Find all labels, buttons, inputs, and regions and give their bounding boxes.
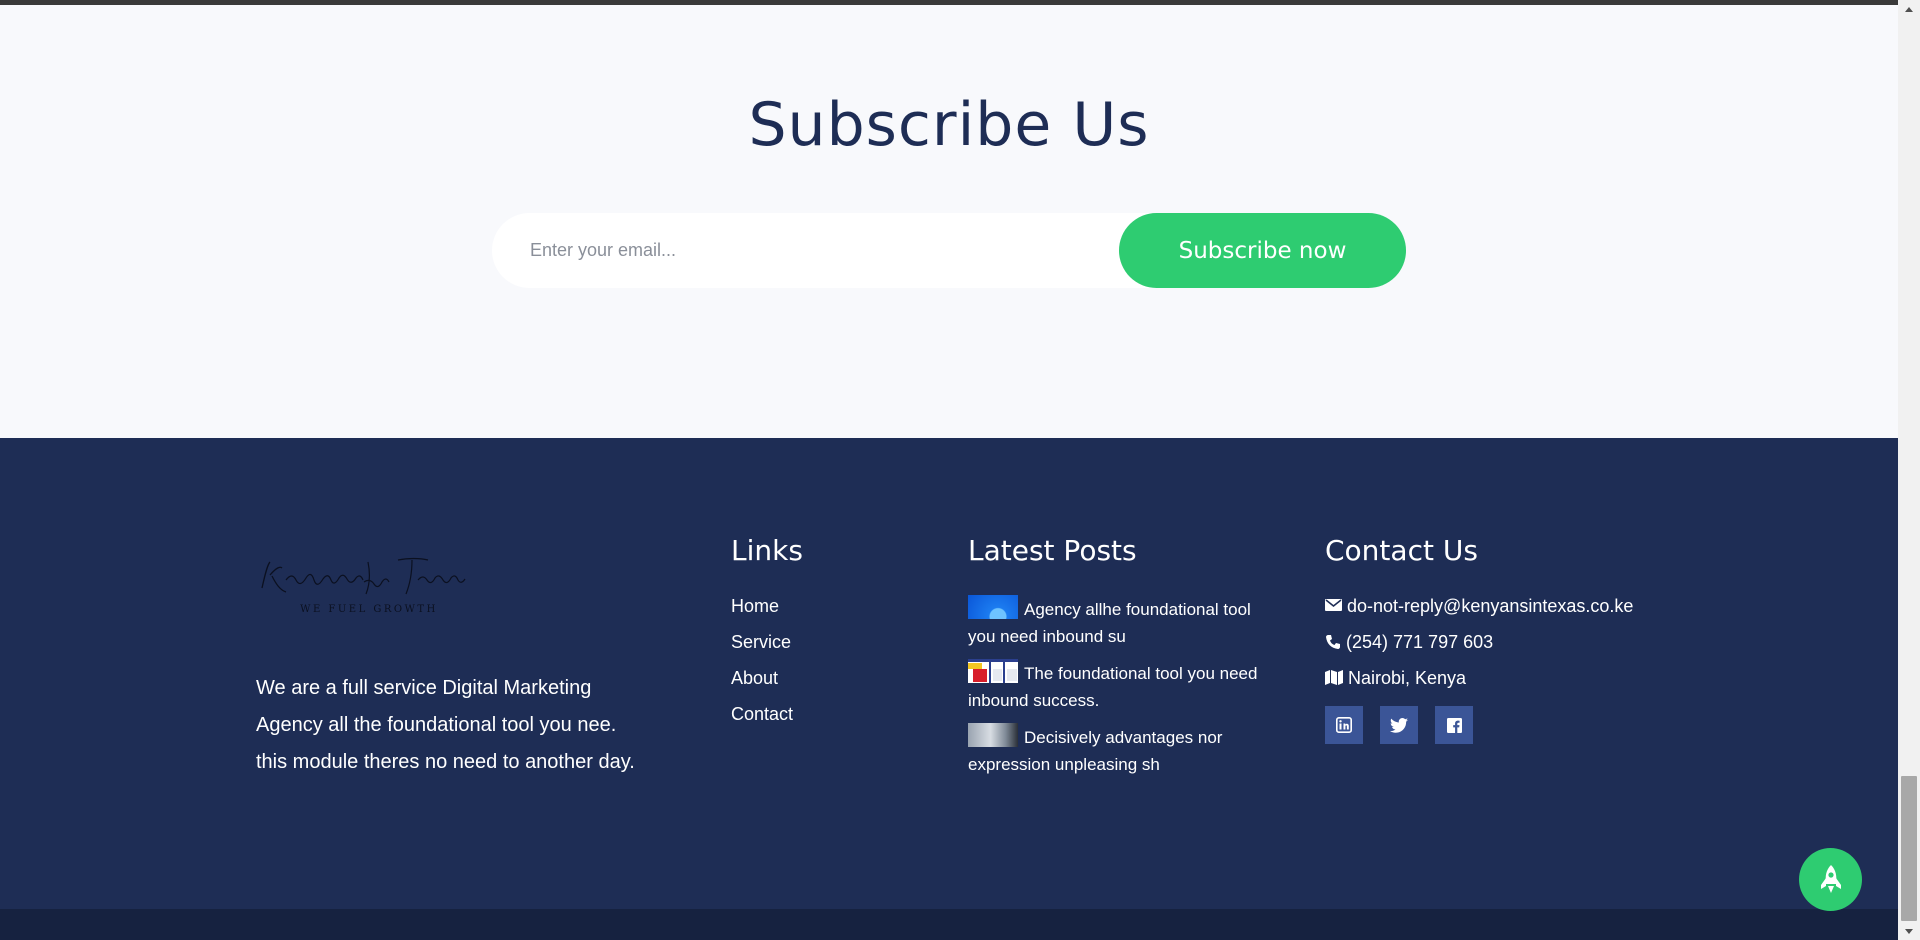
scroll-down-arrow-icon[interactable] <box>1898 922 1920 940</box>
twitter-icon <box>1390 717 1408 733</box>
contact-email-text[interactable]: do-not-reply@kenyansintexas.co.ke <box>1347 595 1633 617</box>
contact-address-text: Nairobi, Kenya <box>1348 668 1467 688</box>
post-item[interactable]: Agency allhe foundational tool you need … <box>968 595 1278 650</box>
subscribe-section: Subscribe Us Subscribe now <box>0 5 1898 438</box>
contact-phone-text[interactable]: (254) 771 797 603 <box>1346 631 1493 653</box>
map-icon <box>1325 670 1343 685</box>
site-logo[interactable]: WE FUEL GROWTH <box>258 550 480 616</box>
contact-phone[interactable]: (254) 771 797 603 <box>1325 631 1633 667</box>
scrollbar-thumb[interactable] <box>1901 776 1917 921</box>
latest-posts: Agency allhe foundational tool you need … <box>968 595 1278 787</box>
subscribe-title: Subscribe Us <box>748 90 1150 160</box>
email-input[interactable] <box>530 213 1210 288</box>
about-text: We are a full service Digital Marketing … <box>256 677 635 773</box>
svg-text:WE FUEL GROWTH: WE FUEL GROWTH <box>300 604 438 615</box>
twitter-button[interactable] <box>1380 706 1418 744</box>
phone-icon <box>1326 635 1340 649</box>
vertical-scrollbar[interactable] <box>1898 0 1920 940</box>
footer: WE FUEL GROWTH We are a full service Dig… <box>0 438 1898 909</box>
social-links <box>1325 706 1633 744</box>
envelope-icon <box>1325 599 1342 611</box>
post-thumbnail[interactable] <box>968 723 1018 747</box>
subscribe-button[interactable]: Subscribe now <box>1119 213 1406 288</box>
rocket-icon <box>1820 864 1841 893</box>
contact-info: do-not-reply@kenyansintexas.co.ke (254) … <box>1325 595 1633 744</box>
links-title: Links <box>731 534 803 567</box>
link-about[interactable]: About <box>731 667 793 703</box>
link-service[interactable]: Service <box>731 631 793 667</box>
facebook-icon <box>1446 717 1462 733</box>
post-item[interactable]: Decisively advantages nor expression unp… <box>968 723 1278 778</box>
footer-links: Home Service About Contact <box>731 595 793 739</box>
facebook-button[interactable] <box>1435 706 1473 744</box>
scroll-up-arrow-icon[interactable] <box>1898 0 1920 18</box>
back-to-top-button[interactable] <box>1799 848 1862 911</box>
contact-title: Contact Us <box>1325 534 1478 567</box>
contact-address: Nairobi, Kenya <box>1325 667 1633 703</box>
post-thumbnail[interactable] <box>968 595 1018 619</box>
footer-bottom-bar <box>0 909 1898 940</box>
linkedin-icon <box>1336 717 1352 733</box>
link-contact[interactable]: Contact <box>731 703 793 739</box>
linkedin-button[interactable] <box>1325 706 1363 744</box>
post-thumbnail[interactable] <box>968 659 1018 683</box>
latest-posts-title: Latest Posts <box>968 534 1137 567</box>
subscribe-form: Subscribe now <box>492 213 1406 288</box>
post-item[interactable]: The foundational tool you need inbound s… <box>968 659 1278 714</box>
contact-email[interactable]: do-not-reply@kenyansintexas.co.ke <box>1325 595 1633 631</box>
link-home[interactable]: Home <box>731 595 793 631</box>
